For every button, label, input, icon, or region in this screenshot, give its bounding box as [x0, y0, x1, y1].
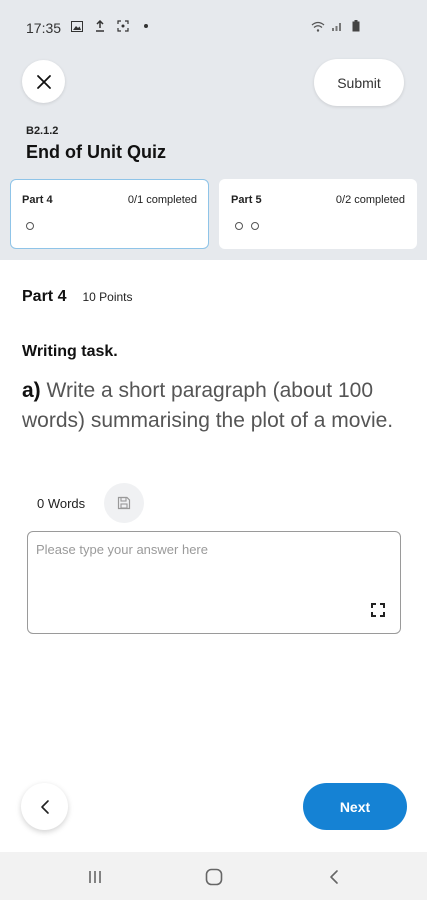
save-icon [117, 496, 131, 510]
status-notification-icons [70, 19, 153, 33]
question-label: a) [22, 379, 41, 402]
fullscreen-icon [371, 603, 385, 617]
save-draft-button[interactable] [104, 483, 144, 523]
status-time: 17:35 [26, 20, 62, 36]
page-title: End of Unit Quiz [26, 142, 166, 162]
recent-apps-icon [89, 871, 101, 883]
tab-progress: 0/1 completed [127, 194, 197, 206]
signal-icon [330, 19, 344, 33]
question-status-dot[interactable] [251, 222, 259, 230]
question-status-dot[interactable] [235, 222, 243, 230]
answer-field-container [27, 531, 401, 634]
tab-part-5[interactable]: Part 5 0/2 completed [219, 179, 417, 249]
home-button[interactable] [194, 862, 234, 892]
battery-icon [349, 19, 363, 33]
dot-icon [139, 19, 153, 33]
part-points: 10 Points [82, 290, 133, 304]
close-icon [36, 74, 51, 89]
answer-textarea[interactable] [36, 542, 366, 622]
quiz-header-area: 17:35 Submit B2.1.2 End of Unit Quiz Par… [0, 0, 427, 260]
back-icon [330, 870, 338, 884]
wifi-icon [311, 19, 325, 33]
tab-progress: 0/2 completed [335, 194, 405, 206]
question-dots [235, 222, 259, 230]
tab-part-name: Part 5 [231, 194, 262, 206]
task-title: Writing task. [22, 343, 118, 360]
question-text: Write a short paragraph (about 100 words… [22, 379, 394, 432]
chevron-left-icon [40, 799, 49, 814]
back-button[interactable] [21, 783, 68, 830]
screenshot-icon [116, 19, 130, 33]
word-count: 0 Words [37, 496, 86, 511]
close-button[interactable] [22, 60, 65, 103]
recent-apps-button[interactable] [75, 862, 115, 892]
submit-button[interactable]: Submit [314, 59, 404, 106]
next-button[interactable]: Next [303, 783, 407, 830]
tab-part-4[interactable]: Part 4 0/1 completed [10, 179, 209, 249]
question-status-dot[interactable] [26, 222, 34, 230]
home-icon [205, 868, 223, 886]
upload-icon [93, 19, 107, 33]
unit-code: B2.1.2 [26, 125, 59, 137]
part-heading: Part 4 10 Points [22, 288, 133, 306]
system-navigation-bar [0, 852, 427, 900]
status-bar: 17:35 [0, 0, 427, 56]
system-back-button[interactable] [314, 862, 354, 892]
expand-editor-button[interactable] [369, 602, 387, 620]
tab-part-name: Part 4 [22, 194, 53, 206]
question-prompt: a) Write a short paragraph (about 100 wo… [22, 376, 407, 436]
part-label: Part 4 [22, 288, 67, 305]
status-system-icons [311, 19, 363, 33]
image-icon [70, 19, 84, 33]
question-dots [26, 222, 34, 230]
